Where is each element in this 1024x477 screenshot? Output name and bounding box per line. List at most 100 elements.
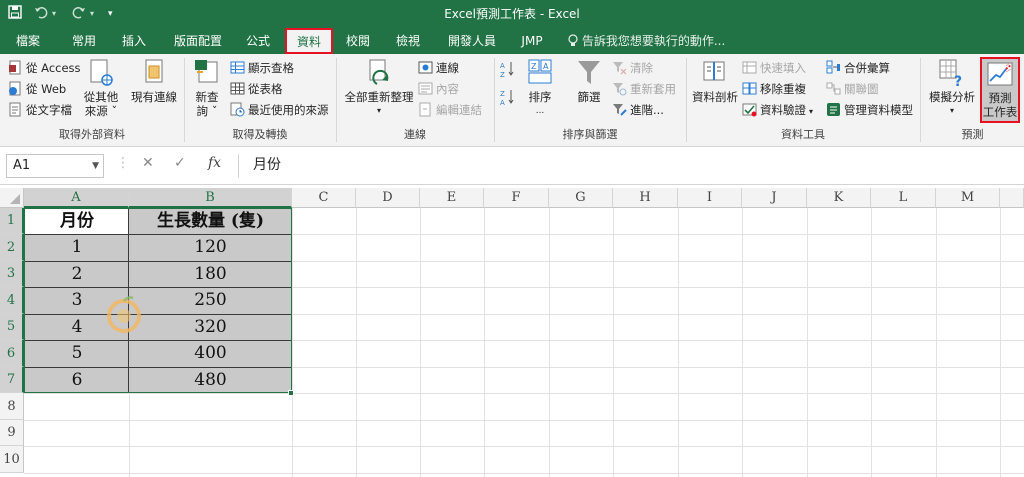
reapply-button[interactable]: 重新套用 — [612, 79, 676, 99]
existing-connections-button[interactable]: 現有連線 — [130, 58, 178, 104]
svg-text:A: A — [500, 62, 505, 70]
reapply-icon — [612, 81, 627, 96]
tab-file[interactable]: 檔案 — [8, 28, 48, 54]
flash-fill-icon — [742, 60, 757, 75]
text-to-columns-button[interactable]: 資料剖析 — [690, 58, 740, 104]
column-header-g[interactable]: G — [549, 188, 613, 208]
forecast-sheet-button[interactable]: 預測 工作表 — [980, 57, 1020, 123]
other-sources-line1: 從其他 — [83, 90, 119, 104]
tell-me-text: 告訴我您想要執行的動作... — [581, 34, 726, 48]
select-all-button[interactable] — [0, 188, 24, 208]
other-sources-button[interactable]: 從其他 來源 ˇ — [80, 58, 122, 118]
consolidate-icon — [826, 60, 841, 75]
from-text-label: 從文字檔 — [26, 103, 72, 117]
properties-button[interactable]: 內容 — [418, 79, 459, 99]
column-header-m[interactable]: M — [936, 188, 1000, 208]
column-header-b[interactable]: B — [129, 188, 292, 208]
remove-duplicates-icon — [742, 81, 757, 96]
show-queries-button[interactable]: 顯示查格 — [230, 58, 294, 78]
row-header-3[interactable]: 3 — [0, 261, 24, 287]
advanced-button[interactable]: 進階... — [612, 100, 664, 120]
column-header-f[interactable]: F — [484, 188, 549, 208]
row-header-6[interactable]: 6 — [0, 340, 24, 367]
row-header-7[interactable]: 7 — [0, 367, 24, 393]
tab-home[interactable]: 常用 — [64, 28, 104, 54]
name-box-dropdown-icon[interactable]: ▼ — [92, 155, 99, 177]
orange-logo-icon — [107, 296, 141, 333]
row-header-8[interactable]: 8 — [0, 393, 24, 420]
tell-me-box[interactable]: 告訴我您想要執行的動作... — [568, 28, 758, 54]
grid-line — [549, 208, 550, 477]
from-access-button[interactable]: 從 Access — [8, 58, 81, 78]
sort-ascending-button[interactable]: AZ — [500, 60, 516, 80]
sort-button[interactable]: ZA 排序 ... — [524, 58, 556, 118]
column-header-i[interactable]: I — [678, 188, 742, 208]
worksheet-grid[interactable]: A B C D E F G H I J K L M 1 2 3 4 5 6 7 … — [0, 188, 1024, 477]
name-box[interactable]: A1 ▼ — [6, 154, 104, 178]
grid-line — [678, 208, 679, 477]
remove-duplicates-button[interactable]: 移除重複 — [742, 79, 806, 99]
cancel-icon[interactable]: ✕ — [142, 155, 154, 171]
column-header-c[interactable]: C — [292, 188, 356, 208]
what-if-analysis-button[interactable]: ? 模擬分析 ▾ — [926, 58, 978, 118]
svg-text:?: ? — [954, 74, 962, 88]
manage-data-model-button[interactable]: 管理資料模型 — [826, 100, 913, 120]
column-header-l[interactable]: L — [871, 188, 936, 208]
sort-label: 排序 — [528, 90, 552, 104]
connections-button[interactable]: 連線 — [418, 58, 459, 78]
row-header-10[interactable]: 10 — [0, 446, 24, 473]
refresh-all-button[interactable]: 全部重新整理 ▾ — [342, 58, 416, 118]
tab-view[interactable]: 檢視 — [388, 28, 428, 54]
tab-data[interactable]: 資料 — [285, 28, 333, 54]
grid-line — [24, 473, 1024, 474]
tab-formulas[interactable]: 公式 — [238, 28, 278, 54]
tab-page-layout[interactable]: 版面配置 — [166, 28, 230, 54]
column-header-h[interactable]: H — [613, 188, 678, 208]
undo-icon[interactable] — [34, 5, 48, 23]
tab-insert[interactable]: 插入 — [114, 28, 154, 54]
row-header-1[interactable]: 1 — [0, 208, 24, 234]
column-header-j[interactable]: J — [742, 188, 807, 208]
consolidate-button[interactable]: 合併彙算 — [826, 58, 890, 78]
fill-handle[interactable] — [288, 390, 294, 396]
from-web-button[interactable]: 從 Web — [8, 79, 66, 99]
new-query-button[interactable]: 新查 詢 ˇ — [190, 58, 224, 118]
formula-input[interactable]: 月份 — [238, 154, 1020, 178]
from-table-button[interactable]: 從表格 — [230, 79, 283, 99]
undo-dropdown-icon[interactable]: ▾ — [52, 5, 56, 23]
sort-za-icon: ZA — [500, 90, 514, 107]
group-label-connections: 連線 — [404, 128, 426, 141]
sort-descending-button[interactable]: ZA — [500, 88, 516, 108]
column-header-e[interactable]: E — [420, 188, 484, 208]
column-header-a[interactable]: A — [24, 188, 129, 208]
redo-icon[interactable] — [72, 5, 86, 23]
column-header-d[interactable]: D — [356, 188, 420, 208]
row-header-2[interactable]: 2 — [0, 234, 24, 261]
clear-button[interactable]: 清除 — [612, 58, 653, 78]
row-header-5[interactable]: 5 — [0, 314, 24, 340]
enter-icon[interactable]: ✓ — [174, 155, 186, 171]
show-queries-label: 顯示查格 — [248, 61, 294, 75]
row-header-9[interactable]: 9 — [0, 420, 24, 446]
tab-review[interactable]: 校閱 — [338, 28, 378, 54]
formula-bar: A1 ▼ ⋮ ✕ ✓ fx 月份 — [0, 147, 1024, 185]
tab-developer[interactable]: 開發人員 — [440, 28, 504, 54]
relationships-button[interactable]: 關聯圖 — [826, 79, 879, 99]
save-icon[interactable] — [8, 5, 22, 23]
redo-dropdown-icon[interactable]: ▾ — [90, 5, 94, 23]
row-header-4[interactable]: 4 — [0, 287, 24, 314]
filter-button[interactable]: 篩選 — [572, 58, 606, 104]
tab-jmp[interactable]: JMP — [514, 28, 550, 54]
edit-links-button[interactable]: 編輯連結 — [418, 100, 482, 120]
data-validation-button[interactable]: 資料驗證 ▾ — [742, 100, 813, 120]
group-label-sort-filter: 排序與篩選 — [562, 128, 618, 141]
recent-sources-label: 最近使用的來源 — [248, 103, 329, 117]
what-if-icon: ? — [939, 59, 962, 88]
column-header-k[interactable]: K — [807, 188, 871, 208]
flash-fill-button[interactable]: 快速填入 — [742, 58, 806, 78]
customize-icon[interactable]: ▾ — [108, 5, 113, 23]
recent-sources-button[interactable]: 最近使用的來源 — [230, 100, 329, 120]
insert-function-icon[interactable]: fx — [208, 155, 221, 171]
from-text-button[interactable]: 從文字檔 — [8, 100, 72, 120]
filter-icon — [578, 61, 600, 84]
